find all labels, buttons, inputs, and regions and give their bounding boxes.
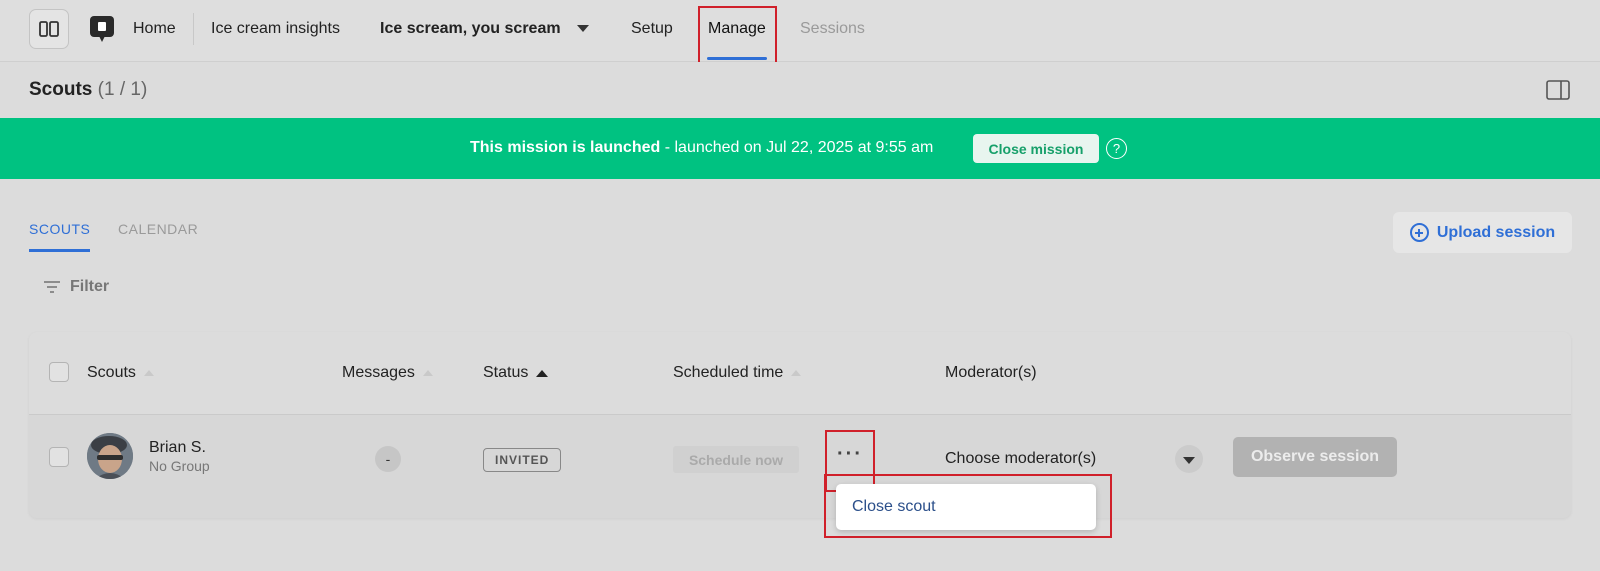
filter-button[interactable]: Filter — [43, 278, 109, 296]
tab-setup[interactable]: Setup — [631, 19, 673, 39]
scout-count: (1 / 1) — [97, 79, 148, 100]
select-all-checkbox[interactable] — [49, 362, 69, 382]
mission-status-banner: This mission is launched - launched on J… — [0, 118, 1600, 179]
scout-name[interactable]: Brian S. — [149, 439, 206, 457]
page-title: Scouts (1 / 1) — [29, 79, 147, 101]
close-scout-menu-item[interactable]: Close scout — [852, 498, 936, 516]
table-header: Scouts Messages Status Scheduled time Mo… — [29, 332, 1571, 415]
mission-selector[interactable]: Ice scream, you scream — [380, 19, 561, 39]
moderator-select[interactable]: Choose moderator(s) — [945, 450, 1096, 468]
banner-message: This mission is launched - launched on J… — [470, 139, 933, 157]
column-header-moderators: Moderator(s) — [945, 364, 1037, 382]
column-header-scheduled-time[interactable]: Scheduled time — [673, 364, 802, 382]
top-navigation: Home Ice cream insights Ice scream, you … — [0, 0, 1600, 70]
page-header: Scouts (1 / 1) — [0, 62, 1600, 118]
sort-icon — [143, 370, 154, 376]
avatar-photo-icon — [87, 433, 133, 479]
side-panel-icon[interactable] — [1546, 80, 1570, 100]
row-actions-menu: Close scout — [836, 484, 1096, 530]
sidebar-icon — [39, 21, 59, 37]
highlight-box-manage — [698, 6, 777, 70]
active-tab-indicator — [29, 249, 90, 252]
column-label-moderators: Moderator(s) — [945, 364, 1037, 381]
column-label-messages: Messages — [342, 364, 415, 381]
filter-icon — [44, 281, 60, 293]
sort-icon — [422, 370, 433, 376]
scout-group: No Group — [149, 458, 210, 474]
banner-launch-date: - launched on Jul 22, 2025 at 9:55 am — [660, 139, 934, 156]
column-label-scouts: Scouts — [87, 364, 136, 381]
column-label-scheduled-time: Scheduled time — [673, 364, 784, 381]
nav-home-link[interactable]: Home — [133, 19, 176, 39]
nav-divider — [193, 13, 194, 45]
scouts-table: Scouts Messages Status Scheduled time Mo… — [29, 332, 1571, 518]
tab-calendar[interactable]: CALENDAR — [118, 221, 198, 237]
app-logo-icon[interactable] — [90, 16, 114, 42]
chevron-down-icon[interactable] — [1175, 445, 1203, 473]
sort-ascending-icon — [536, 369, 549, 377]
sidebar-toggle-button[interactable] — [29, 9, 69, 49]
tab-sessions[interactable]: Sessions — [800, 19, 865, 39]
column-header-status[interactable]: Status — [483, 364, 549, 382]
sort-icon — [791, 370, 802, 376]
page-title-text: Scouts — [29, 79, 93, 100]
status-badge: INVITED — [483, 448, 562, 472]
column-header-scouts[interactable]: Scouts — [87, 364, 154, 382]
banner-status: This mission is launched — [470, 139, 661, 156]
help-icon[interactable]: ? — [1106, 138, 1127, 159]
row-checkbox[interactable] — [49, 447, 69, 467]
plus-circle-icon — [1409, 223, 1429, 242]
breadcrumb-project[interactable]: Ice cream insights — [211, 19, 340, 39]
column-label-status: Status — [483, 364, 529, 381]
close-mission-button[interactable]: Close mission — [973, 134, 1099, 163]
upload-session-button[interactable]: Upload session — [1393, 212, 1572, 253]
schedule-now-button[interactable]: Schedule now — [673, 446, 799, 473]
observe-session-button[interactable]: Observe session — [1233, 437, 1397, 477]
chevron-down-icon[interactable] — [577, 25, 589, 32]
filter-label: Filter — [70, 278, 110, 295]
more-dots-icon: ··· — [837, 443, 863, 465]
table-row: Brian S. No Group - INVITED Schedule now… — [29, 416, 1571, 512]
tab-scouts[interactable]: SCOUTS — [29, 221, 90, 237]
upload-session-label: Upload session — [1436, 223, 1556, 241]
messages-count[interactable]: - — [375, 446, 401, 472]
avatar — [87, 433, 133, 479]
column-header-messages[interactable]: Messages — [342, 364, 433, 382]
